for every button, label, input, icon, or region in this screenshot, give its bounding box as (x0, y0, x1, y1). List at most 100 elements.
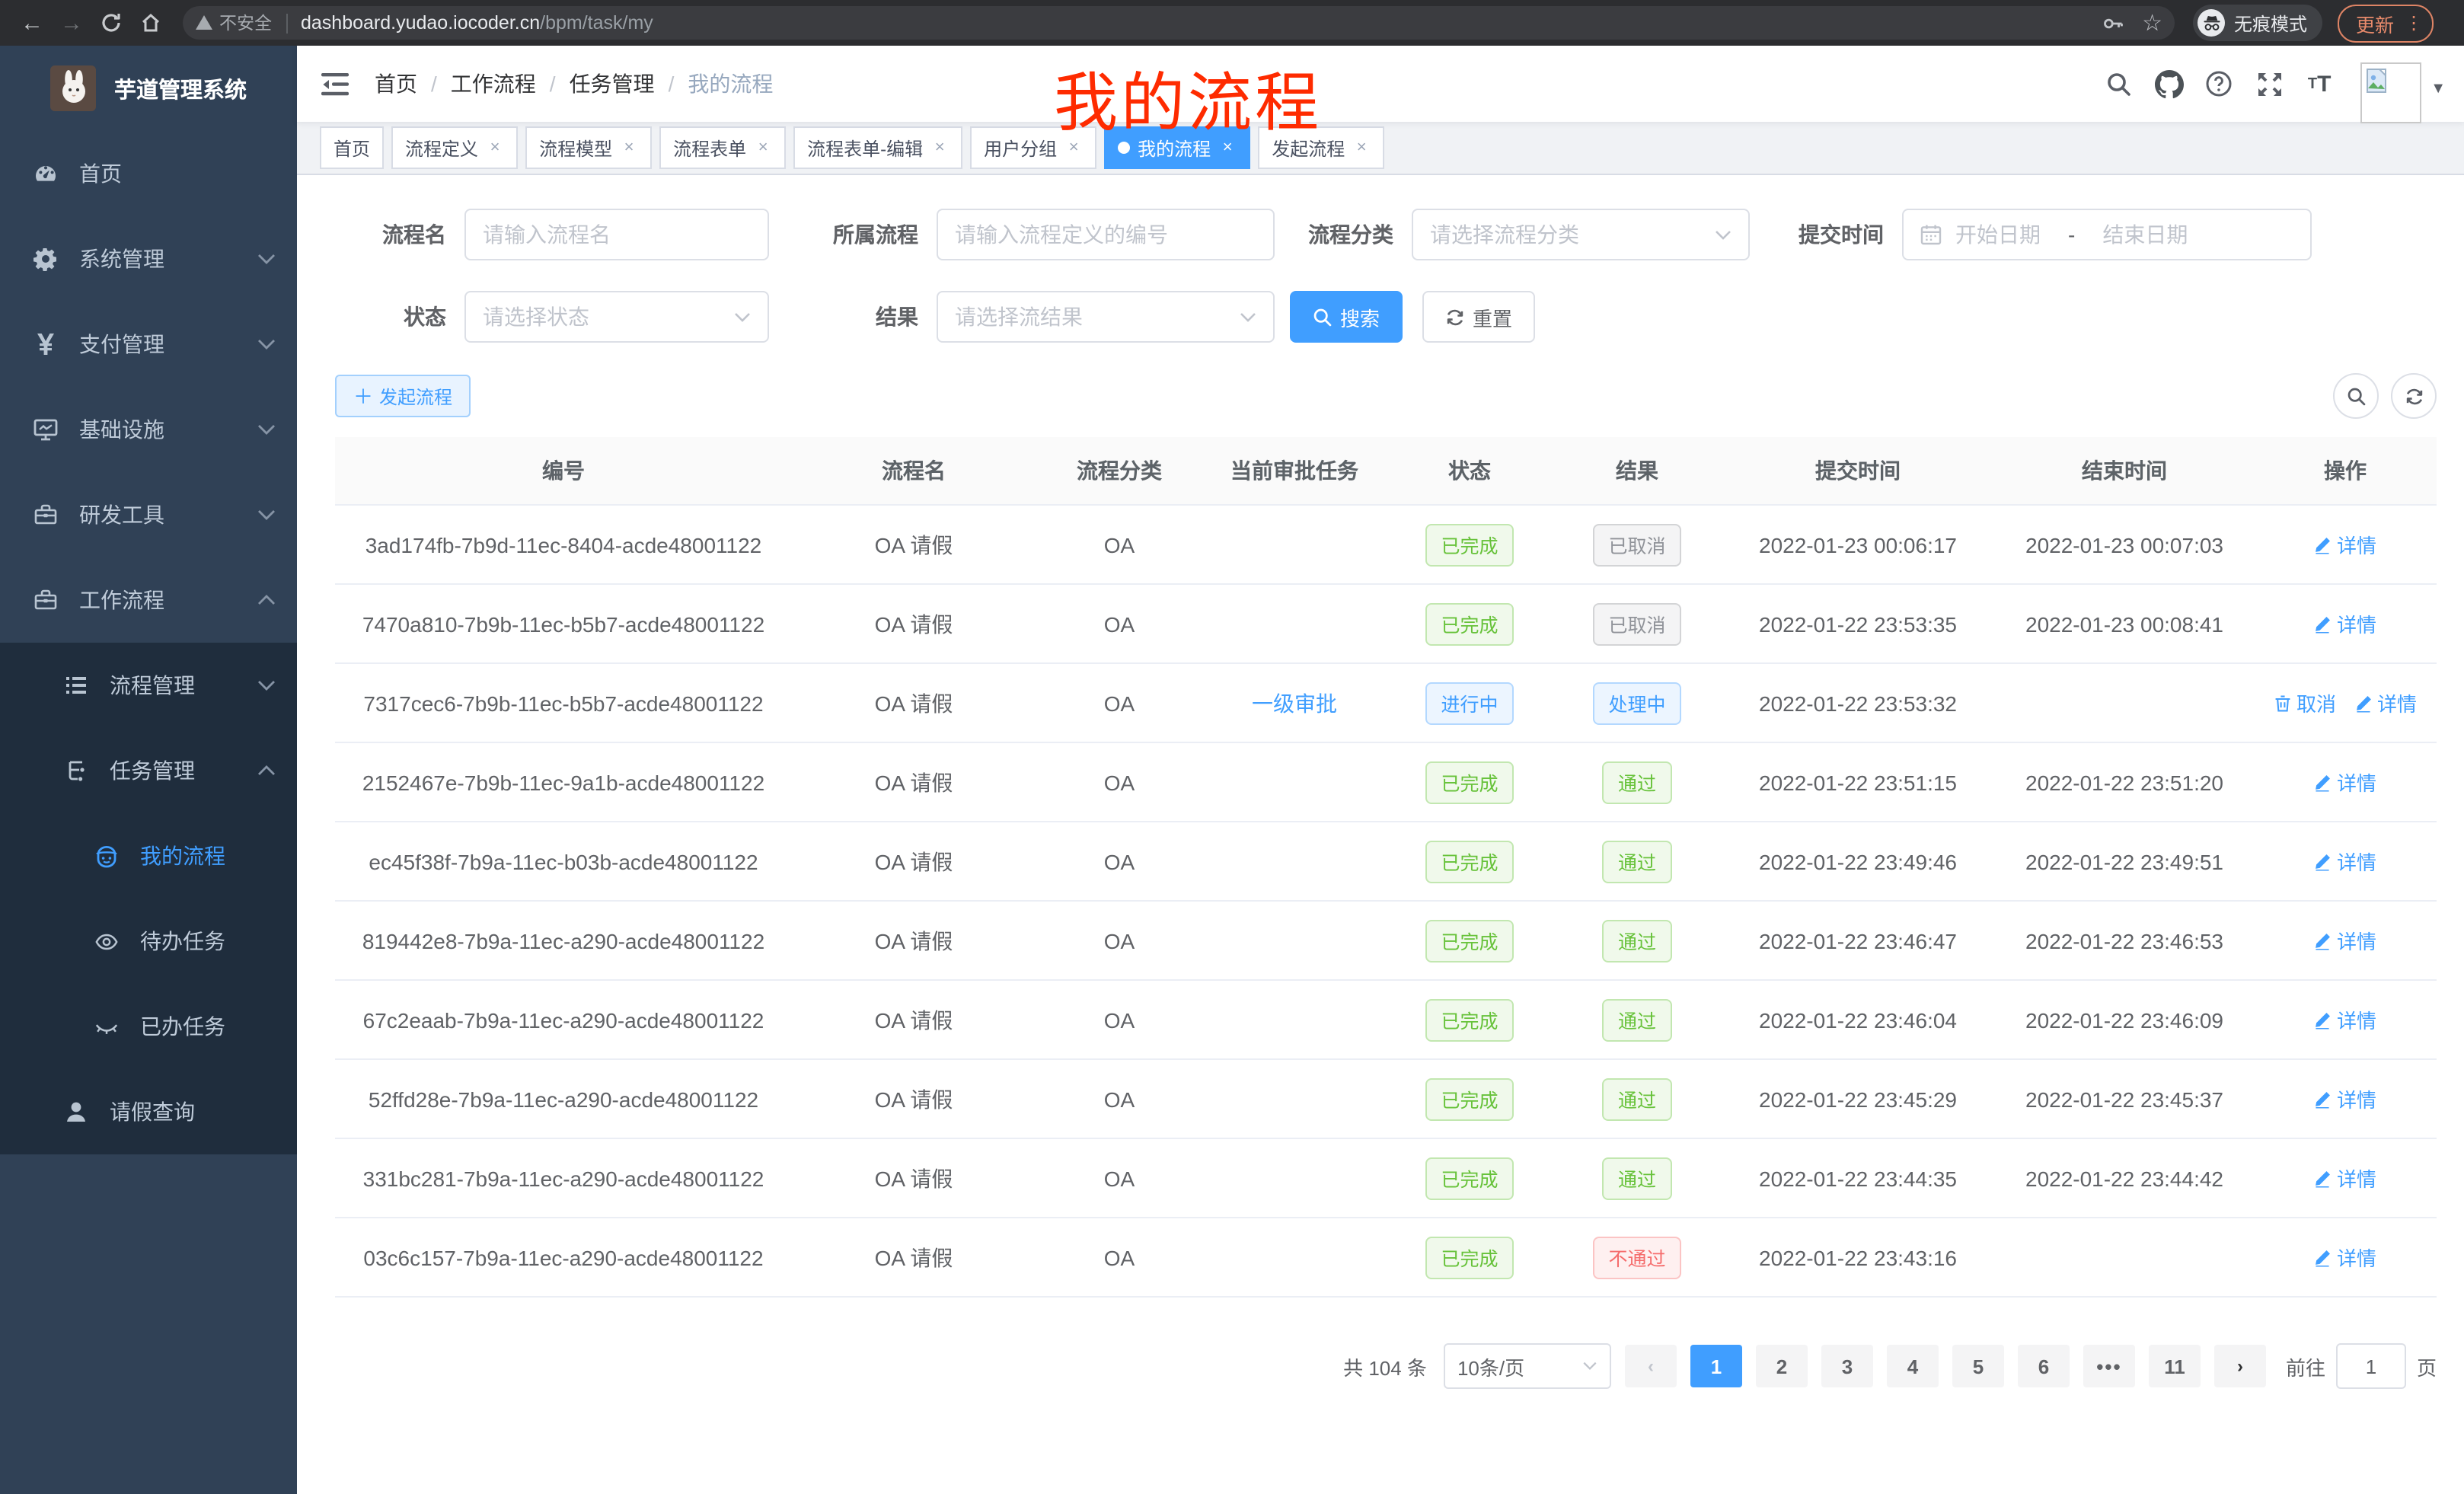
detail-action[interactable]: 详情 (2314, 530, 2376, 559)
search-icon[interactable] (2103, 69, 2134, 99)
detail-action[interactable]: 详情 (2314, 768, 2376, 796)
page-button-4[interactable]: 4 (1887, 1345, 1939, 1387)
status-badge: 进行中 (1425, 682, 1513, 724)
page-size-select[interactable]: 10条/页 (1444, 1343, 1611, 1389)
breadcrumb-home[interactable]: 首页 (375, 69, 417, 99)
cell-status: 已完成 (1386, 584, 1553, 663)
chevron-down-icon (257, 423, 276, 436)
detail-action[interactable]: 详情 (2314, 847, 2376, 876)
browser-reload-icon[interactable] (91, 3, 131, 43)
date-range-separator: - (2068, 222, 2075, 247)
sidebar-item-基础设施[interactable]: 基础设施 (0, 387, 297, 472)
list-icon (64, 673, 88, 698)
incognito-icon (2197, 9, 2225, 37)
help-icon[interactable] (2204, 69, 2234, 99)
cell-category: OA (1036, 1218, 1203, 1297)
sidebar-item-流程管理[interactable]: 流程管理 (0, 643, 297, 728)
detail-action[interactable]: 详情 (2314, 1084, 2376, 1113)
sidebar-item-待办任务[interactable]: 待办任务 (0, 899, 297, 984)
sidebar-item-已办任务[interactable]: 已办任务 (0, 984, 297, 1069)
table-header-row: 编号流程名流程分类当前审批任务状态结果提交时间结束时间操作 (335, 437, 2437, 505)
process-category-select[interactable]: 请选择流程分类 (1412, 209, 1750, 260)
sidebar-item-工作流程[interactable]: 工作流程 (0, 557, 297, 643)
reset-button[interactable]: 重置 (1422, 291, 1535, 343)
security-warning-icon[interactable]: 不安全 (195, 11, 272, 35)
status-select[interactable]: 请选择状态 (464, 291, 769, 343)
tab-close-icon[interactable]: × (754, 139, 772, 157)
cell-status: 已完成 (1386, 901, 1553, 980)
sidebar-collapse-icon[interactable] (320, 69, 350, 99)
page-button-11[interactable]: 11 (2149, 1345, 2201, 1387)
page-button-2[interactable]: 2 (1756, 1345, 1808, 1387)
fullscreen-icon[interactable] (2254, 69, 2284, 99)
tab-流程表单-编辑[interactable]: 流程表单-编辑× (793, 126, 962, 169)
detail-action[interactable]: 详情 (2354, 688, 2417, 717)
breadcrumb-workflow[interactable]: 工作流程 (451, 69, 536, 99)
submit-time-range-picker[interactable]: 开始日期 - 结束日期 (1902, 209, 2312, 260)
search-button[interactable]: 搜索 (1290, 291, 1403, 343)
bookmark-star-icon[interactable]: ☆ (2142, 9, 2162, 37)
process-definition-input[interactable]: 请输入流程定义的编号 (937, 209, 1275, 260)
app-logo[interactable]: 芋道管理系统 (0, 46, 297, 131)
tab-close-icon[interactable]: × (1352, 139, 1371, 157)
tabs-bar: 首页流程定义×流程模型×流程表单×流程表单-编辑×用户分组×我的流程×发起流程× (297, 122, 2464, 175)
font-size-icon[interactable]: TT (2304, 69, 2335, 99)
password-key-icon[interactable] (2101, 11, 2124, 34)
prev-page-button[interactable]: ‹ (1625, 1345, 1677, 1387)
create-process-button[interactable]: ＋ 发起流程 (335, 375, 471, 417)
next-page-button[interactable]: › (2214, 1345, 2266, 1387)
browser-home-icon[interactable] (131, 3, 171, 43)
page-button-1[interactable]: 1 (1690, 1345, 1742, 1387)
sidebar-item-支付管理[interactable]: 支付管理 (0, 302, 297, 387)
toggle-search-button[interactable] (2333, 373, 2379, 419)
cell-name: OA 请假 (792, 742, 1036, 822)
tab-流程定义[interactable]: 流程定义× (391, 126, 518, 169)
page-button-5[interactable]: 5 (1952, 1345, 2004, 1387)
sidebar-item-系统管理[interactable]: 系统管理 (0, 216, 297, 302)
cell-end-time: 2022-01-23 00:08:41 (1995, 584, 2254, 663)
detail-action[interactable]: 详情 (2314, 1005, 2376, 1034)
sidebar-item-首页[interactable]: 首页 (0, 131, 297, 216)
refresh-button[interactable] (2391, 373, 2437, 419)
detail-action[interactable]: 详情 (2314, 1243, 2376, 1272)
goto-page-input[interactable]: 1 (2336, 1343, 2406, 1389)
tab-close-icon[interactable]: × (620, 139, 638, 157)
address-bar[interactable]: 不安全 dashboard.yudao.iocoder.cn/bpm/task/… (183, 6, 2175, 40)
current-task-link[interactable]: 一级审批 (1252, 691, 1337, 715)
detail-action[interactable]: 详情 (2314, 1164, 2376, 1192)
sidebar-item-任务管理[interactable]: 任务管理 (0, 728, 297, 813)
sidebar-item-我的流程[interactable]: 我的流程 (0, 813, 297, 899)
cell-category: OA (1036, 822, 1203, 901)
omnibox-divider (286, 13, 287, 33)
cell-end-time: 2022-01-22 23:46:53 (1995, 901, 2254, 980)
process-name-input[interactable]: 请输入流程名 (464, 209, 769, 260)
page-button-6[interactable]: 6 (2018, 1345, 2070, 1387)
table-row: 3ad174fb-7b9d-11ec-8404-acde48001122OA 请… (335, 505, 2437, 584)
result-select[interactable]: 请选择流结果 (937, 291, 1275, 343)
tab-首页[interactable]: 首页 (320, 126, 384, 169)
detail-action[interactable]: 详情 (2314, 926, 2376, 955)
browser-back-icon[interactable]: ← (12, 3, 52, 43)
tab-流程表单[interactable]: 流程表单 × (659, 126, 786, 169)
chevron-down-icon (1715, 229, 1732, 240)
browser-menu-kebab-icon[interactable]: ⋮ (2405, 12, 2423, 34)
user-avatar[interactable]: ▼ (2360, 53, 2446, 114)
tab-close-icon[interactable]: × (930, 139, 949, 157)
browser-update-button[interactable]: 更新 ⋮ (2338, 4, 2434, 42)
tab-label: 流程表单 (673, 135, 746, 161)
cell-status: 已完成 (1386, 1218, 1553, 1297)
status-badge: 已完成 (1425, 761, 1513, 803)
cell-category: OA (1036, 742, 1203, 822)
cancel-action[interactable]: 取消 (2274, 688, 2336, 717)
sidebar-item-请假查询[interactable]: 请假查询 (0, 1069, 297, 1154)
page-button-3[interactable]: 3 (1821, 1345, 1873, 1387)
filter-status-label: 状态 (335, 302, 464, 332)
tab-close-icon[interactable]: × (486, 139, 504, 157)
browser-forward-icon[interactable]: → (52, 3, 91, 43)
sidebar-item-研发工具[interactable]: 研发工具 (0, 472, 297, 557)
breadcrumb-task-mgmt[interactable]: 任务管理 (570, 69, 655, 99)
detail-action[interactable]: 详情 (2314, 609, 2376, 638)
github-icon[interactable] (2153, 69, 2184, 99)
cell-submit-time: 2022-01-22 23:44:35 (1721, 1138, 1995, 1218)
tab-流程模型[interactable]: 流程模型× (525, 126, 652, 169)
